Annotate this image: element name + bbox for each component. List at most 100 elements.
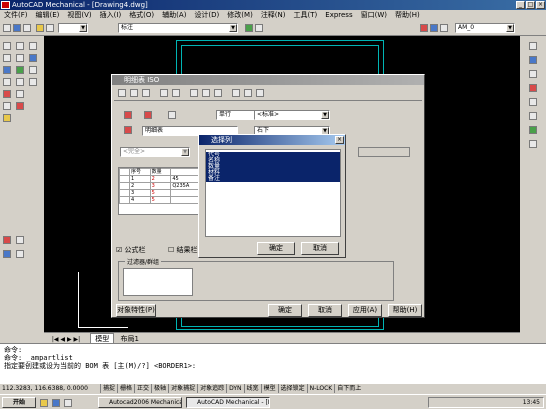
ok-button[interactable]: 确定 (268, 304, 302, 317)
bom-export-icon[interactable] (232, 89, 240, 97)
maximize-button[interactable]: □ (526, 1, 535, 9)
redo-icon[interactable] (255, 24, 263, 32)
snap-tan-icon[interactable] (529, 140, 537, 148)
zoom-icon[interactable] (529, 42, 537, 50)
column-list[interactable]: 代号 名称 数量 材料 备注 (205, 149, 341, 237)
balloon-icon[interactable] (3, 250, 11, 258)
quicklaunch-desktop-icon[interactable] (52, 399, 60, 407)
status-otrack[interactable]: 对象追踪 (197, 384, 226, 393)
chamfer-icon[interactable] (29, 66, 37, 74)
snap-end-icon[interactable] (529, 70, 537, 78)
pan-icon[interactable] (529, 56, 537, 64)
snap-perp-icon[interactable] (529, 126, 537, 134)
menu-assist[interactable]: 辅助(A) (158, 10, 190, 21)
snap-center-icon[interactable] (529, 98, 537, 106)
color-combo[interactable]: ▼ (58, 23, 88, 33)
quicklaunch-ie-icon[interactable] (40, 399, 48, 407)
status-nlock[interactable]: N-LOCK (306, 384, 335, 393)
bom-list-icon[interactable] (168, 111, 176, 119)
menu-modify[interactable]: 修改(M) (223, 10, 257, 21)
table-cell[interactable]: 2 (149, 175, 172, 183)
status-sel-lock[interactable]: 选择锁定 (277, 384, 307, 393)
filter-combo[interactable]: <完全> ▼ (120, 147, 190, 157)
select-cancel-button[interactable]: 取消 (301, 242, 339, 255)
properties-icon[interactable] (420, 24, 428, 32)
status-snap[interactable]: 捕捉 (100, 384, 117, 393)
bom-settings-icon[interactable] (118, 89, 126, 97)
snap-mid-icon[interactable] (529, 84, 537, 92)
bom-collapse-icon[interactable] (214, 89, 222, 97)
start-button[interactable]: 开始 (2, 397, 36, 408)
partlist-icon[interactable] (16, 250, 24, 258)
task-item-active[interactable]: AutoCAD Mechanical - [Dr... (186, 397, 270, 408)
snap-int-icon[interactable] (529, 112, 537, 120)
col-header-qty[interactable]: 数量 (149, 168, 172, 176)
extend-icon[interactable] (29, 42, 37, 50)
mirror-icon[interactable] (16, 66, 24, 74)
cancel-button[interactable]: 取消 (308, 304, 342, 317)
menu-express[interactable]: Express (321, 10, 356, 21)
filter-field[interactable] (358, 147, 410, 157)
menu-design[interactable]: 设计(D) (190, 10, 223, 21)
menu-window[interactable]: 窗口(W) (357, 10, 391, 21)
bom-sort-icon[interactable] (190, 89, 198, 97)
list-item[interactable]: 备注 (206, 176, 340, 182)
status-grid[interactable]: 栅格 (117, 384, 134, 393)
menu-edit[interactable]: 编辑(E) (32, 10, 64, 21)
table-cell[interactable]: 5 (149, 196, 172, 204)
status-bottomup[interactable]: 自下而上 (334, 384, 363, 393)
bom-print-icon[interactable] (256, 89, 264, 97)
tool-palette-icon[interactable] (440, 24, 448, 32)
layer-state-icon[interactable] (46, 24, 54, 32)
status-osnap[interactable]: 对象捕捉 (168, 384, 197, 393)
minimize-button[interactable]: _ (516, 1, 525, 9)
col-header-no[interactable]: 序号 (129, 168, 151, 176)
circle-icon[interactable] (3, 66, 11, 74)
undo-icon[interactable] (245, 24, 253, 32)
status-dyn[interactable]: DYN (226, 384, 243, 393)
layer-icon[interactable] (36, 24, 44, 32)
trim-icon[interactable] (16, 102, 24, 110)
menu-annotate[interactable]: 注释(N) (257, 10, 290, 21)
layer-combo[interactable]: 标注 ▼ (118, 23, 238, 33)
rectangle-icon[interactable] (3, 90, 11, 98)
bom-layout-icon[interactable] (124, 111, 132, 119)
select-ok-button[interactable]: 确定 (257, 242, 295, 255)
polyline-icon[interactable] (3, 54, 11, 62)
array-icon[interactable] (16, 90, 24, 98)
text-icon[interactable] (3, 114, 11, 122)
arc-icon[interactable] (3, 78, 11, 86)
hatch-icon[interactable] (3, 102, 11, 110)
table-cell[interactable]: 4 (129, 196, 151, 204)
command-line[interactable]: 命令: 命令: _ampartlist 指定要创建或设为当前的 BOM 表 [主… (0, 343, 546, 383)
status-lwt[interactable]: 线宽 (243, 384, 261, 393)
status-polar[interactable]: 极轴 (151, 384, 168, 393)
menu-format[interactable]: 格式(O) (125, 10, 158, 21)
menu-tools[interactable]: 工具(T) (290, 10, 322, 21)
explode-icon[interactable] (29, 78, 37, 86)
bom-add-icon[interactable] (160, 89, 168, 97)
table-cell[interactable]: 3 (129, 189, 151, 197)
menu-help[interactable]: 帮助(H) (391, 10, 424, 21)
bom-save-icon[interactable] (244, 89, 252, 97)
table-cell[interactable]: 1 (129, 175, 151, 183)
quicklaunch-icon[interactable] (64, 399, 72, 407)
bom-merge-icon[interactable] (142, 89, 150, 97)
bom-del-icon[interactable] (172, 89, 180, 97)
result-checkbox[interactable]: ☐ 结果栏 (168, 245, 198, 255)
status-ortho[interactable]: 正交 (134, 384, 151, 393)
move-icon[interactable] (16, 42, 24, 50)
bom-grid-icon[interactable] (144, 111, 152, 119)
fillet-icon[interactable] (29, 54, 37, 62)
props-button[interactable]: 对象特性(P) (116, 304, 156, 317)
formula-checkbox[interactable]: ☑ 公式栏 (116, 245, 146, 255)
select-dialog-close[interactable]: × (335, 136, 344, 144)
table-cell[interactable]: 2 (129, 182, 151, 190)
menu-file[interactable]: 文件(F) (0, 10, 32, 21)
copy-icon[interactable] (16, 54, 24, 62)
design-center-icon[interactable] (430, 24, 438, 32)
menu-view[interactable]: 视图(V) (63, 10, 95, 21)
offset-icon[interactable] (16, 78, 24, 86)
bom-grid[interactable]: 序号 数量 1 2 45 2 3 Q235A 35 45 (118, 167, 204, 215)
help-button[interactable]: 帮助(H) (388, 304, 422, 317)
